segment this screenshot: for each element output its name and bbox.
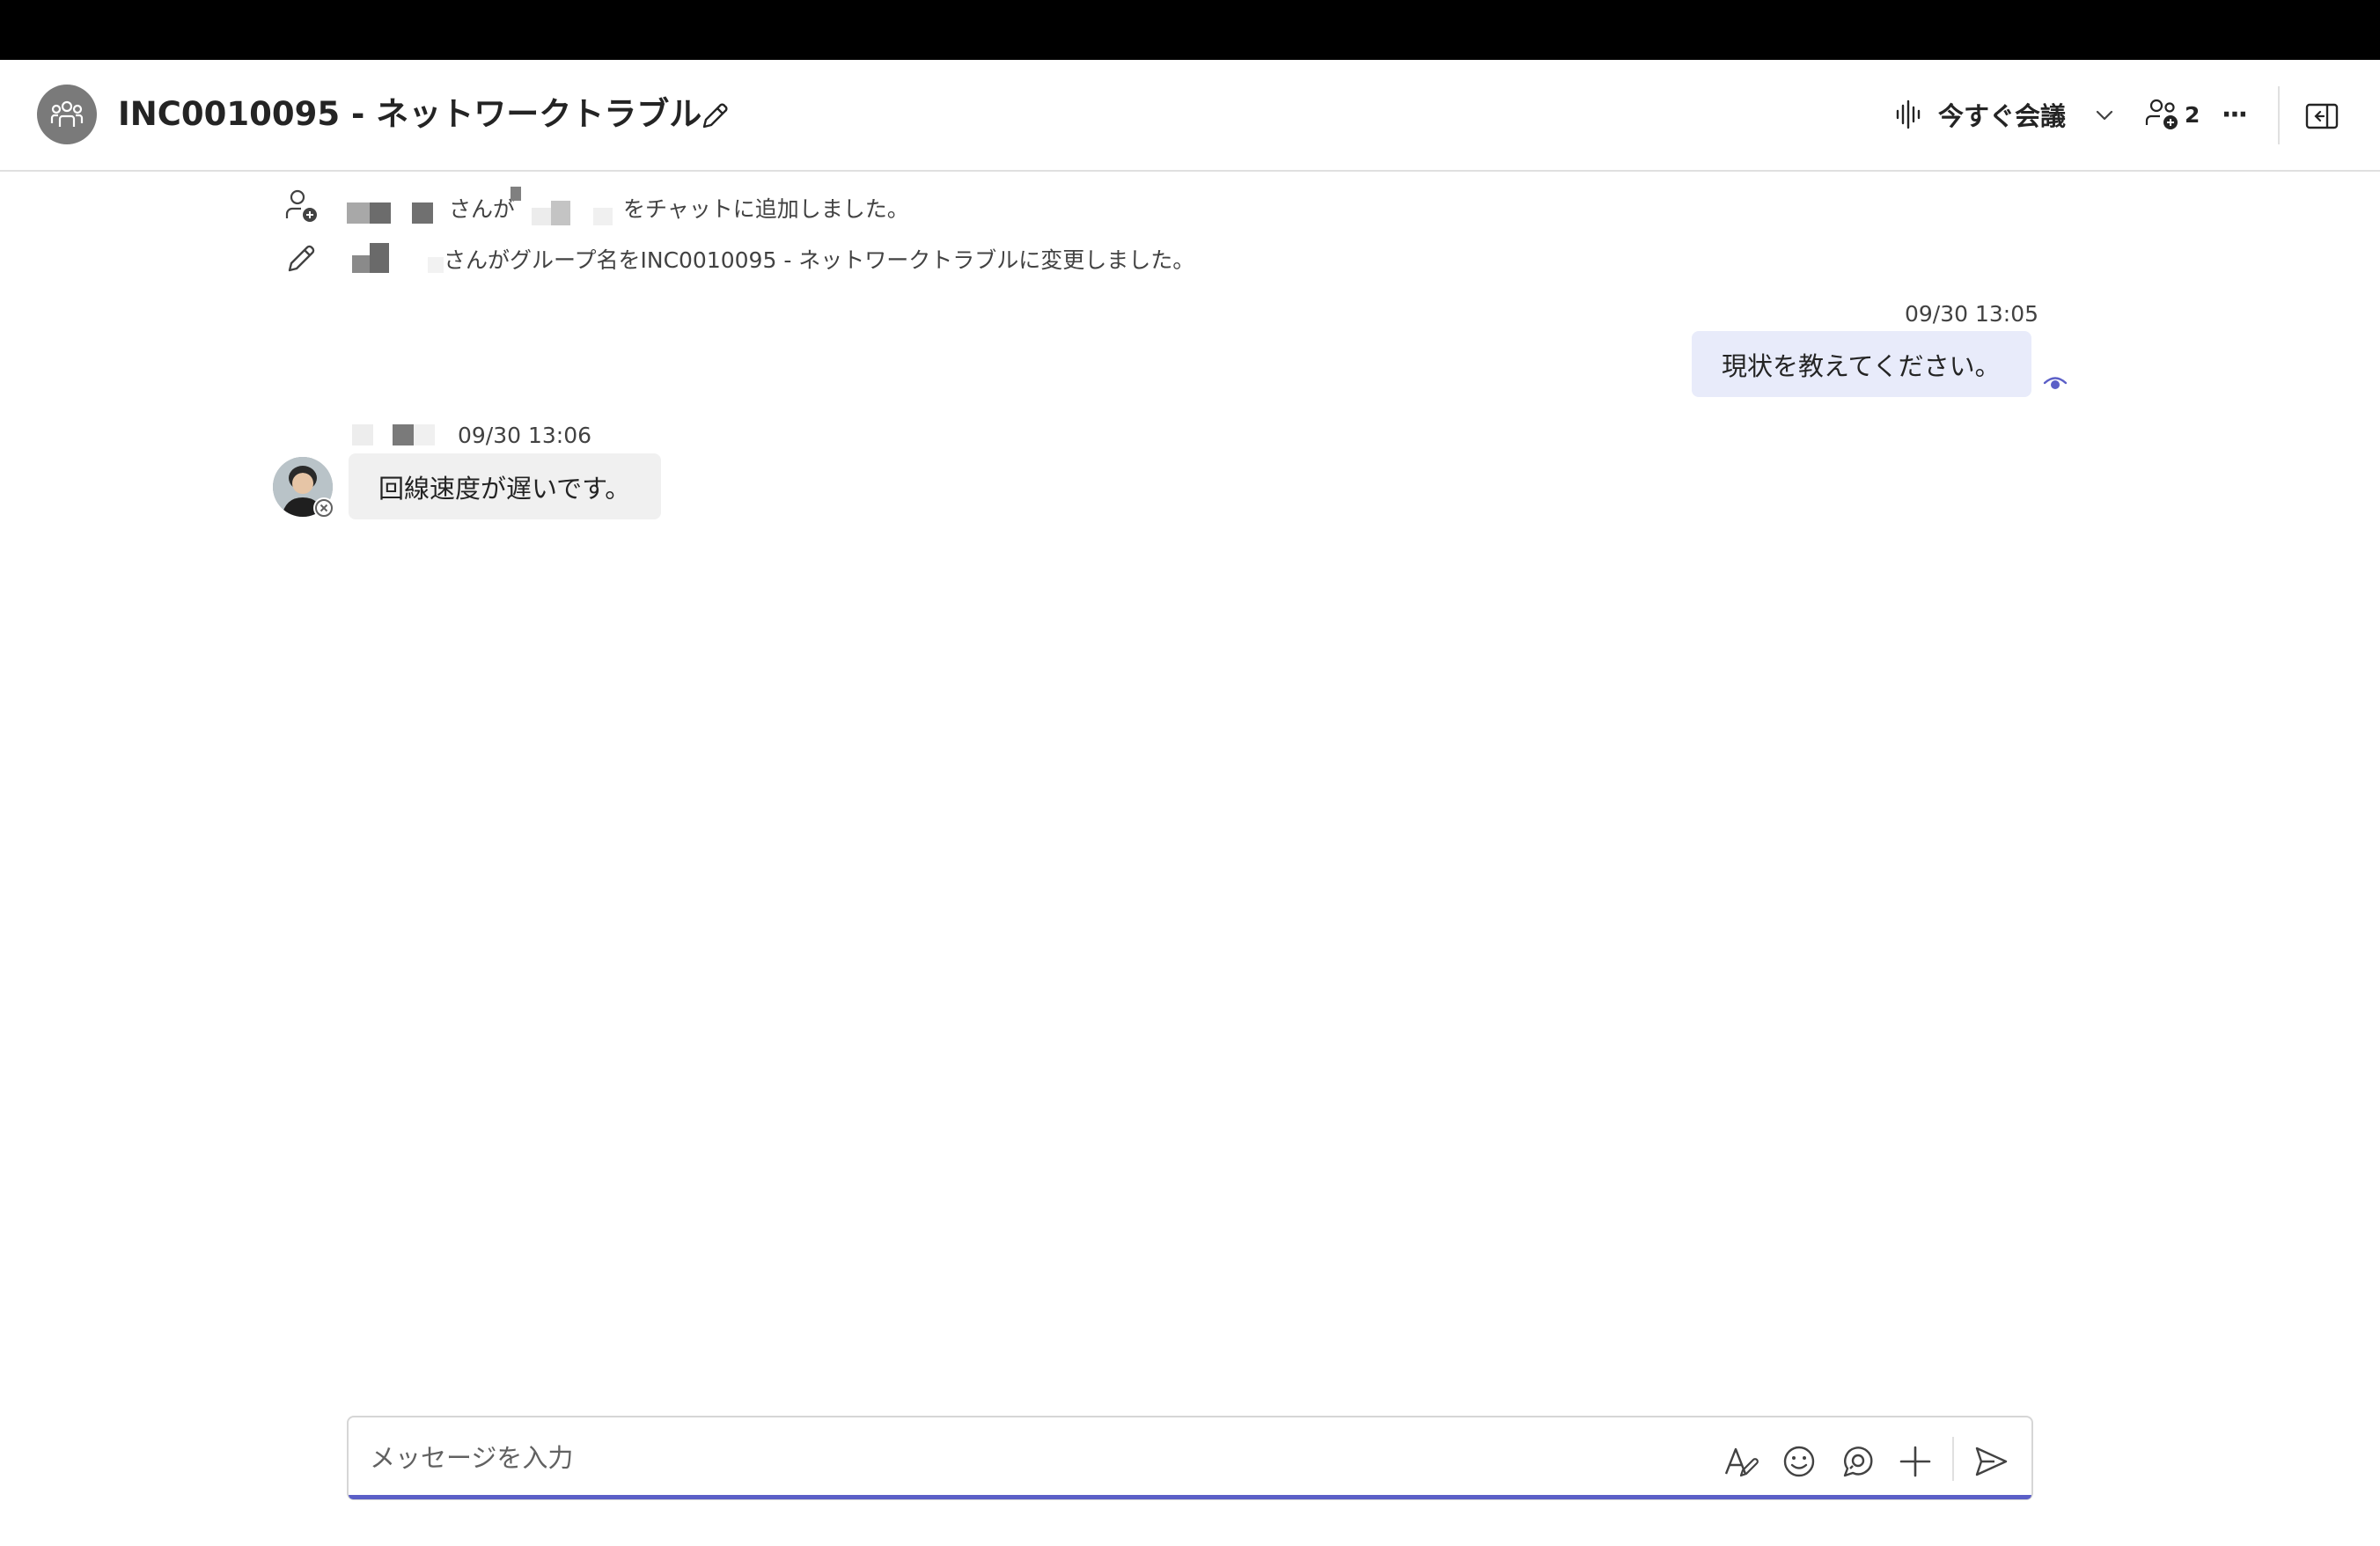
redacted-name	[511, 187, 521, 201]
composer-focus-underline	[349, 1495, 2031, 1499]
redacted-name	[551, 201, 570, 225]
group-people-icon	[50, 100, 84, 127]
format-text-icon[interactable]	[1722, 1442, 1760, 1481]
redacted-name	[428, 257, 444, 273]
chat-title: INC0010095 - ネットワークトラブル	[118, 95, 702, 133]
message-timestamp: 09/30 13:06	[458, 423, 592, 448]
meet-now-label: 今すぐ会議	[1938, 101, 2067, 131]
message-timestamp: 09/30 13:05	[1905, 301, 2039, 327]
header-divider	[2278, 86, 2280, 144]
side-panel-icon[interactable]	[2304, 99, 2340, 134]
send-icon[interactable]	[1972, 1442, 2010, 1481]
my-message-bubble[interactable]: 現状を教えてください。	[1692, 331, 2031, 397]
person-add-icon	[285, 189, 317, 222]
seen-eye-icon	[2043, 377, 2068, 389]
redacted-name	[347, 202, 370, 224]
edit-title-icon[interactable]	[697, 99, 732, 134]
redacted-name	[593, 208, 613, 225]
redacted-sender-name	[393, 424, 414, 445]
meet-now-button[interactable]: 今すぐ会議	[1894, 93, 2066, 136]
emoji-icon[interactable]	[1780, 1442, 1818, 1481]
loop-component-icon[interactable]	[1838, 1442, 1877, 1481]
system-message-text: をチャットに追加しました。	[623, 196, 909, 222]
add-attachment-icon[interactable]	[1896, 1442, 1935, 1481]
redacted-name	[370, 243, 389, 273]
people-add-icon	[2145, 99, 2178, 129]
audio-wave-icon	[1896, 99, 1921, 129]
redacted-name	[370, 202, 391, 224]
redacted-sender-name	[352, 424, 373, 445]
redacted-name	[412, 202, 433, 224]
more-options-button[interactable]: ···	[2216, 95, 2251, 134]
redacted-name	[352, 255, 370, 273]
group-chat-avatar[interactable]	[37, 85, 97, 144]
offline-status-icon	[315, 499, 333, 517]
message-input[interactable]	[370, 1433, 1672, 1483]
chevron-down-icon[interactable]	[2093, 104, 2116, 127]
message-composer	[347, 1416, 2033, 1500]
participant-count: 2	[2185, 101, 2200, 128]
composer-divider	[1952, 1437, 1954, 1481]
their-message-bubble[interactable]: 回線速度が遅いです。	[349, 453, 661, 519]
system-message-text: さんがグループ名をINC0010095 - ネットワークトラブルに変更しました。	[444, 247, 1195, 273]
system-message-text: さんが	[449, 196, 516, 222]
redacted-sender-name	[414, 424, 435, 445]
participants-button[interactable]: 2	[2144, 95, 2200, 134]
chat-header: INC0010095 - ネットワークトラブル 今すぐ会議 2 ···	[0, 60, 2380, 172]
window-top-bar	[0, 0, 2380, 60]
redacted-name	[532, 208, 551, 225]
pencil-icon	[288, 245, 315, 272]
presence-status	[313, 497, 334, 519]
